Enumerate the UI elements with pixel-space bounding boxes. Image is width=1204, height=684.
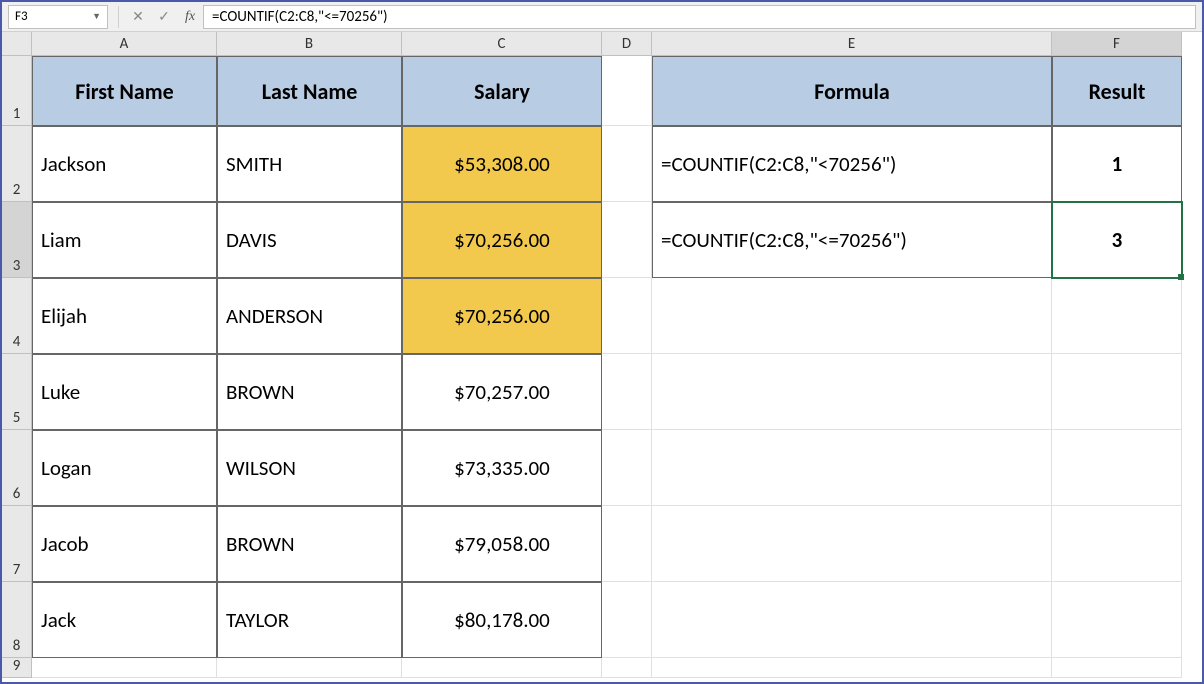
cell-B9[interactable] xyxy=(217,658,402,678)
cell-D3[interactable] xyxy=(602,202,652,278)
row-header-6[interactable]: 6 xyxy=(2,430,32,506)
cell-D2[interactable] xyxy=(602,126,652,202)
col-header-A[interactable]: A xyxy=(32,32,217,56)
cell-A2[interactable]: Jackson xyxy=(32,126,217,202)
cell-A5[interactable]: Luke xyxy=(32,354,217,430)
cell-F4[interactable] xyxy=(1052,278,1182,354)
col-header-F[interactable]: F xyxy=(1052,32,1182,56)
cell-A9[interactable] xyxy=(32,658,217,678)
cell-D6[interactable] xyxy=(602,430,652,506)
cell-C2[interactable]: $53,308.00 xyxy=(402,126,602,202)
row-header-3[interactable]: 3 xyxy=(2,202,32,278)
cell-B2[interactable]: SMITH xyxy=(217,126,402,202)
select-all-corner[interactable] xyxy=(2,32,32,56)
check-icon[interactable]: ✓ xyxy=(153,6,175,28)
cell-B5[interactable]: BROWN xyxy=(217,354,402,430)
cell-C6[interactable]: $73,335.00 xyxy=(402,430,602,506)
cell-C4[interactable]: $70,256.00 xyxy=(402,278,602,354)
col-header-E[interactable]: E xyxy=(652,32,1052,56)
cell-A7[interactable]: Jacob xyxy=(32,506,217,582)
name-box[interactable]: F3 ▼ xyxy=(8,5,108,29)
row-header-8[interactable]: 8 xyxy=(2,582,32,658)
cell-F9[interactable] xyxy=(1052,658,1182,678)
row-header-4[interactable]: 4 xyxy=(2,278,32,354)
cell-C3[interactable]: $70,256.00 xyxy=(402,202,602,278)
cell-A1[interactable]: First Name xyxy=(32,56,217,126)
row-header-9[interactable]: 9 xyxy=(2,658,32,678)
cell-D1[interactable] xyxy=(602,56,652,126)
cell-F2[interactable]: 1 xyxy=(1052,126,1182,202)
spreadsheet-area: 1 2 3 4 5 6 7 8 9 A B C D E F First Name… xyxy=(2,32,1202,682)
cell-A6[interactable]: Logan xyxy=(32,430,217,506)
cell-E7[interactable] xyxy=(652,506,1052,582)
cell-C8[interactable]: $80,178.00 xyxy=(402,582,602,658)
cell-F5[interactable] xyxy=(1052,354,1182,430)
divider xyxy=(118,6,119,28)
cell-F7[interactable] xyxy=(1052,506,1182,582)
fx-icon[interactable]: fx xyxy=(179,6,201,28)
formula-bar: F3 ▼ ✕ ✓ fx =COUNTIF(C2:C8,"<=70256") xyxy=(2,2,1202,32)
cell-B6[interactable]: WILSON xyxy=(217,430,402,506)
cell-F6[interactable] xyxy=(1052,430,1182,506)
cell-B8[interactable]: TAYLOR xyxy=(217,582,402,658)
col-header-D[interactable]: D xyxy=(602,32,652,56)
cell-E9[interactable] xyxy=(652,658,1052,678)
cell-A3[interactable]: Liam xyxy=(32,202,217,278)
dropdown-icon[interactable]: ▼ xyxy=(92,11,101,22)
cell-E3[interactable]: =COUNTIF(C2:C8,"<=70256") xyxy=(652,202,1052,278)
row-header-5[interactable]: 5 xyxy=(2,354,32,430)
cell-A8[interactable]: Jack xyxy=(32,582,217,658)
column-headers: A B C D E F xyxy=(32,32,1202,56)
formula-text: =COUNTIF(C2:C8,"<=70256") xyxy=(212,8,388,26)
cell-F3[interactable]: 3 xyxy=(1052,202,1182,278)
cell-E6[interactable] xyxy=(652,430,1052,506)
cell-B4[interactable]: ANDERSON xyxy=(217,278,402,354)
cell-C1[interactable]: Salary xyxy=(402,56,602,126)
cell-C9[interactable] xyxy=(402,658,602,678)
cell-B7[interactable]: BROWN xyxy=(217,506,402,582)
row-header-2[interactable]: 2 xyxy=(2,126,32,202)
row-header-7[interactable]: 7 xyxy=(2,506,32,582)
col-header-C[interactable]: C xyxy=(402,32,602,56)
cell-D8[interactable] xyxy=(602,582,652,658)
cell-E5[interactable] xyxy=(652,354,1052,430)
cell-E1[interactable]: Formula xyxy=(652,56,1052,126)
cell-F8[interactable] xyxy=(1052,582,1182,658)
cell-E4[interactable] xyxy=(652,278,1052,354)
cell-D4[interactable] xyxy=(602,278,652,354)
cell-B3[interactable]: DAVIS xyxy=(217,202,402,278)
name-box-value: F3 xyxy=(15,9,28,24)
cell-E2[interactable]: =COUNTIF(C2:C8,"<70256") xyxy=(652,126,1052,202)
cell-D7[interactable] xyxy=(602,506,652,582)
cell-F1[interactable]: Result xyxy=(1052,56,1182,126)
cancel-icon[interactable]: ✕ xyxy=(127,6,149,28)
cell-D5[interactable] xyxy=(602,354,652,430)
cell-E8[interactable] xyxy=(652,582,1052,658)
cell-C7[interactable]: $79,058.00 xyxy=(402,506,602,582)
cell-D9[interactable] xyxy=(602,658,652,678)
cell-B1[interactable]: Last Name xyxy=(217,56,402,126)
formula-input[interactable]: =COUNTIF(C2:C8,"<=70256") xyxy=(203,5,1196,29)
cell-A4[interactable]: Elijah xyxy=(32,278,217,354)
col-header-B[interactable]: B xyxy=(217,32,402,56)
row-header-1[interactable]: 1 xyxy=(2,56,32,126)
cell-C5[interactable]: $70,257.00 xyxy=(402,354,602,430)
